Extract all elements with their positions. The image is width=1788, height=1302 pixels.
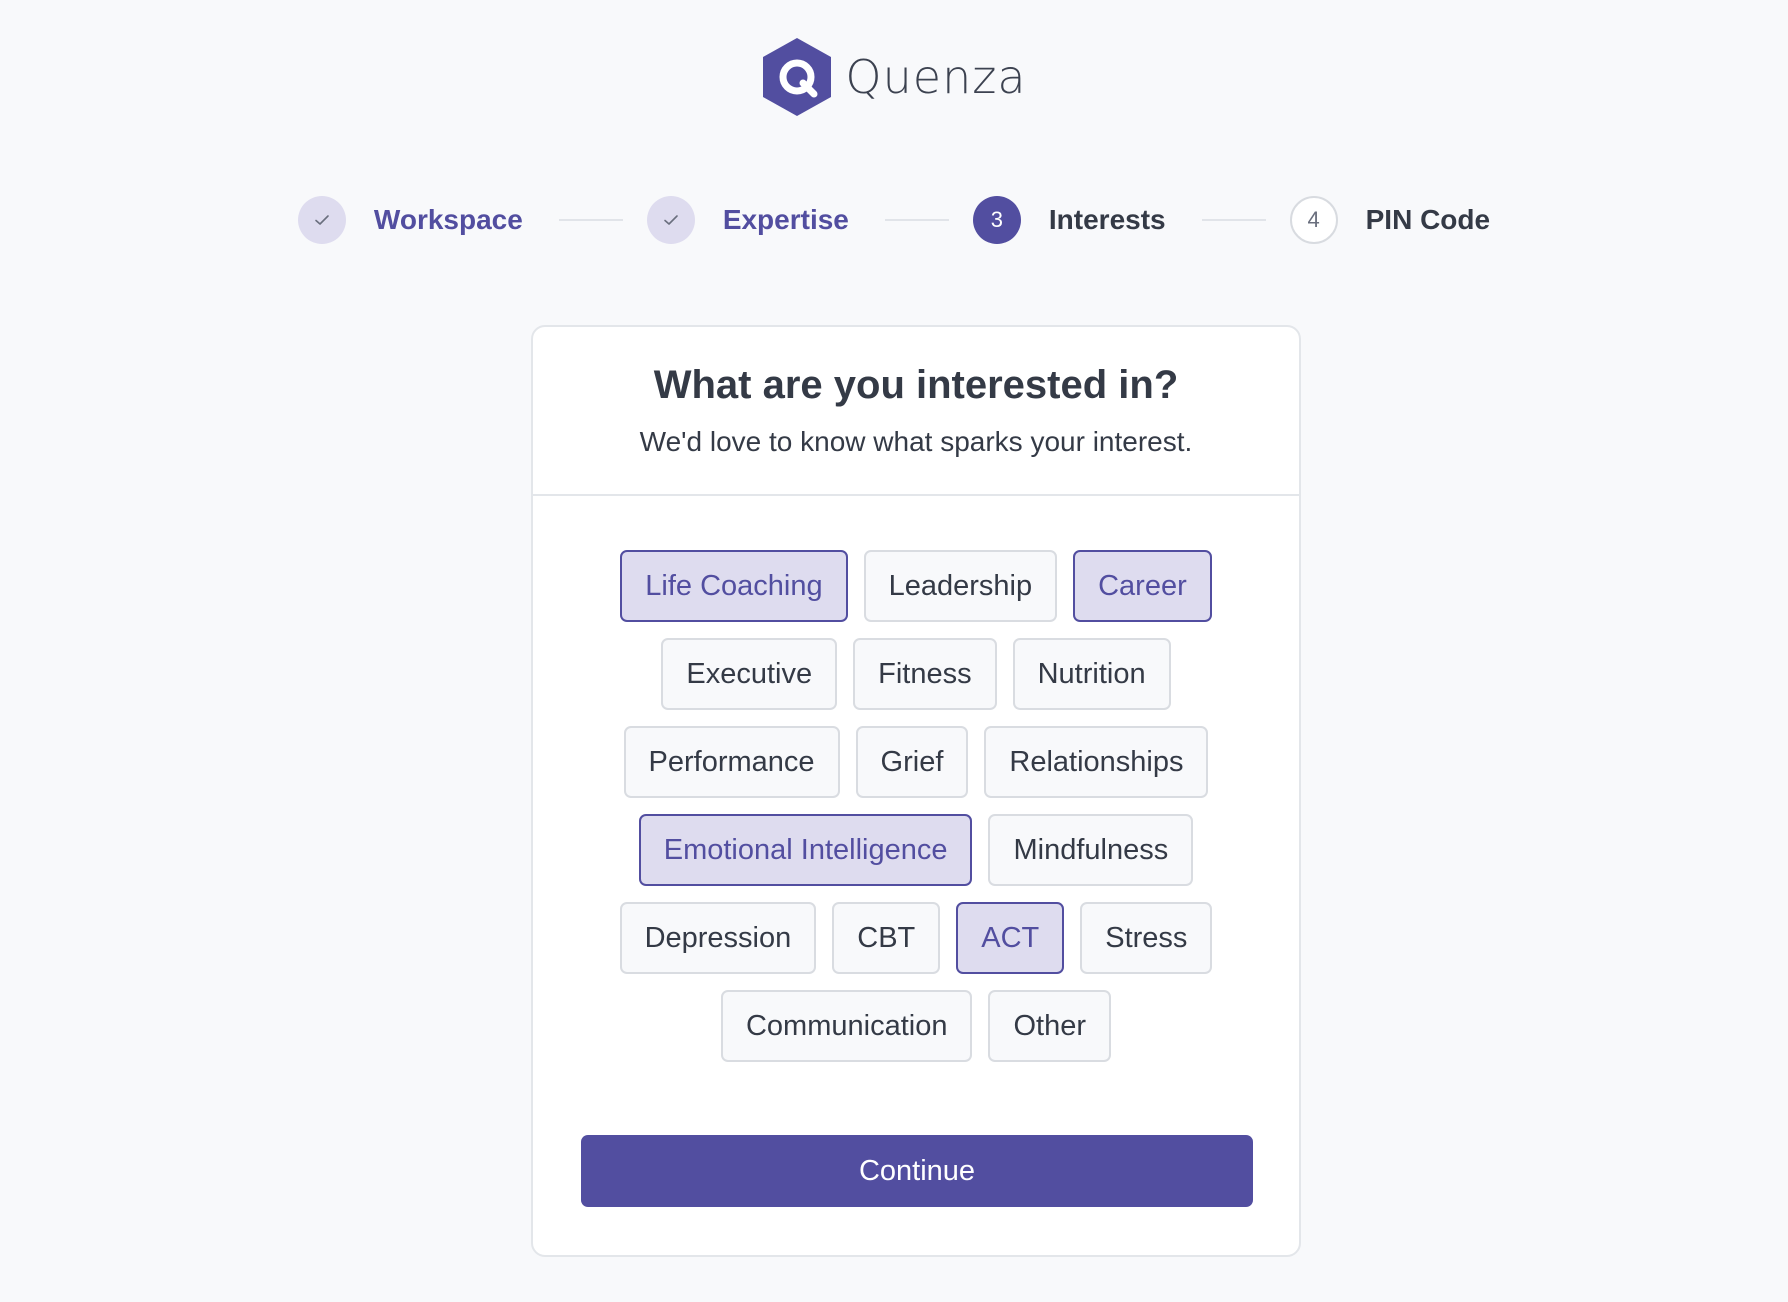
page-title: What are you interested in? bbox=[653, 363, 1179, 407]
progress-stepper: Workspace Expertise 3 Interests 4 PIN Co… bbox=[0, 196, 1788, 244]
step-number-badge: 3 bbox=[972, 196, 1021, 244]
interest-chip[interactable]: Executive bbox=[661, 638, 838, 710]
interest-chip[interactable]: Emotional Intelligence bbox=[638, 814, 973, 886]
continue-button[interactable]: Continue bbox=[581, 1135, 1253, 1207]
interest-chip[interactable]: Depression bbox=[619, 902, 817, 974]
step-expertise[interactable]: Expertise bbox=[646, 196, 849, 244]
step-connector bbox=[1201, 219, 1266, 221]
step-label: Interests bbox=[1048, 204, 1166, 235]
interest-chip[interactable]: Communication bbox=[720, 990, 973, 1062]
interest-chip[interactable]: Nutrition bbox=[1012, 638, 1171, 710]
step-label: PIN Code bbox=[1365, 204, 1491, 235]
check-icon bbox=[646, 196, 695, 244]
step-connector bbox=[884, 219, 949, 221]
interest-chip[interactable]: ACT bbox=[956, 902, 1065, 974]
interest-chip[interactable]: Grief bbox=[855, 726, 969, 798]
interest-chip[interactable]: Other bbox=[988, 990, 1111, 1062]
interest-chip[interactable]: Life Coaching bbox=[620, 550, 848, 622]
quenza-logo-icon bbox=[763, 38, 832, 116]
interest-chip[interactable]: Mindfulness bbox=[988, 814, 1194, 886]
step-connector bbox=[558, 219, 623, 221]
step-label: Workspace bbox=[373, 204, 523, 235]
page-subtitle: We'd love to know what sparks your inter… bbox=[639, 426, 1193, 457]
interest-chip[interactable]: Leadership bbox=[863, 550, 1058, 622]
interest-chip[interactable]: CBT bbox=[832, 902, 941, 974]
app-logo: Quenza bbox=[0, 36, 1788, 118]
step-workspace[interactable]: Workspace bbox=[297, 196, 523, 244]
step-number-badge: 4 bbox=[1289, 196, 1338, 244]
interests-card: What are you interested in? We'd love to… bbox=[531, 325, 1301, 1257]
interest-chip[interactable]: Relationships bbox=[984, 726, 1209, 798]
step-interests: 3 Interests bbox=[972, 196, 1166, 244]
step-pin-code: 4 PIN Code bbox=[1289, 196, 1491, 244]
interest-chip[interactable]: Career bbox=[1073, 550, 1212, 622]
interest-chip[interactable]: Performance bbox=[623, 726, 840, 798]
step-label: Expertise bbox=[722, 204, 849, 235]
interest-chip[interactable]: Fitness bbox=[853, 638, 997, 710]
interest-chip[interactable]: Stress bbox=[1080, 902, 1213, 974]
card-header: What are you interested in? We'd love to… bbox=[533, 327, 1299, 496]
check-icon bbox=[297, 196, 346, 244]
interest-chip-list: Life Coaching Leadership Career Executive Fi… bbox=[596, 550, 1236, 1062]
brand-name: Quenza bbox=[845, 50, 1027, 104]
